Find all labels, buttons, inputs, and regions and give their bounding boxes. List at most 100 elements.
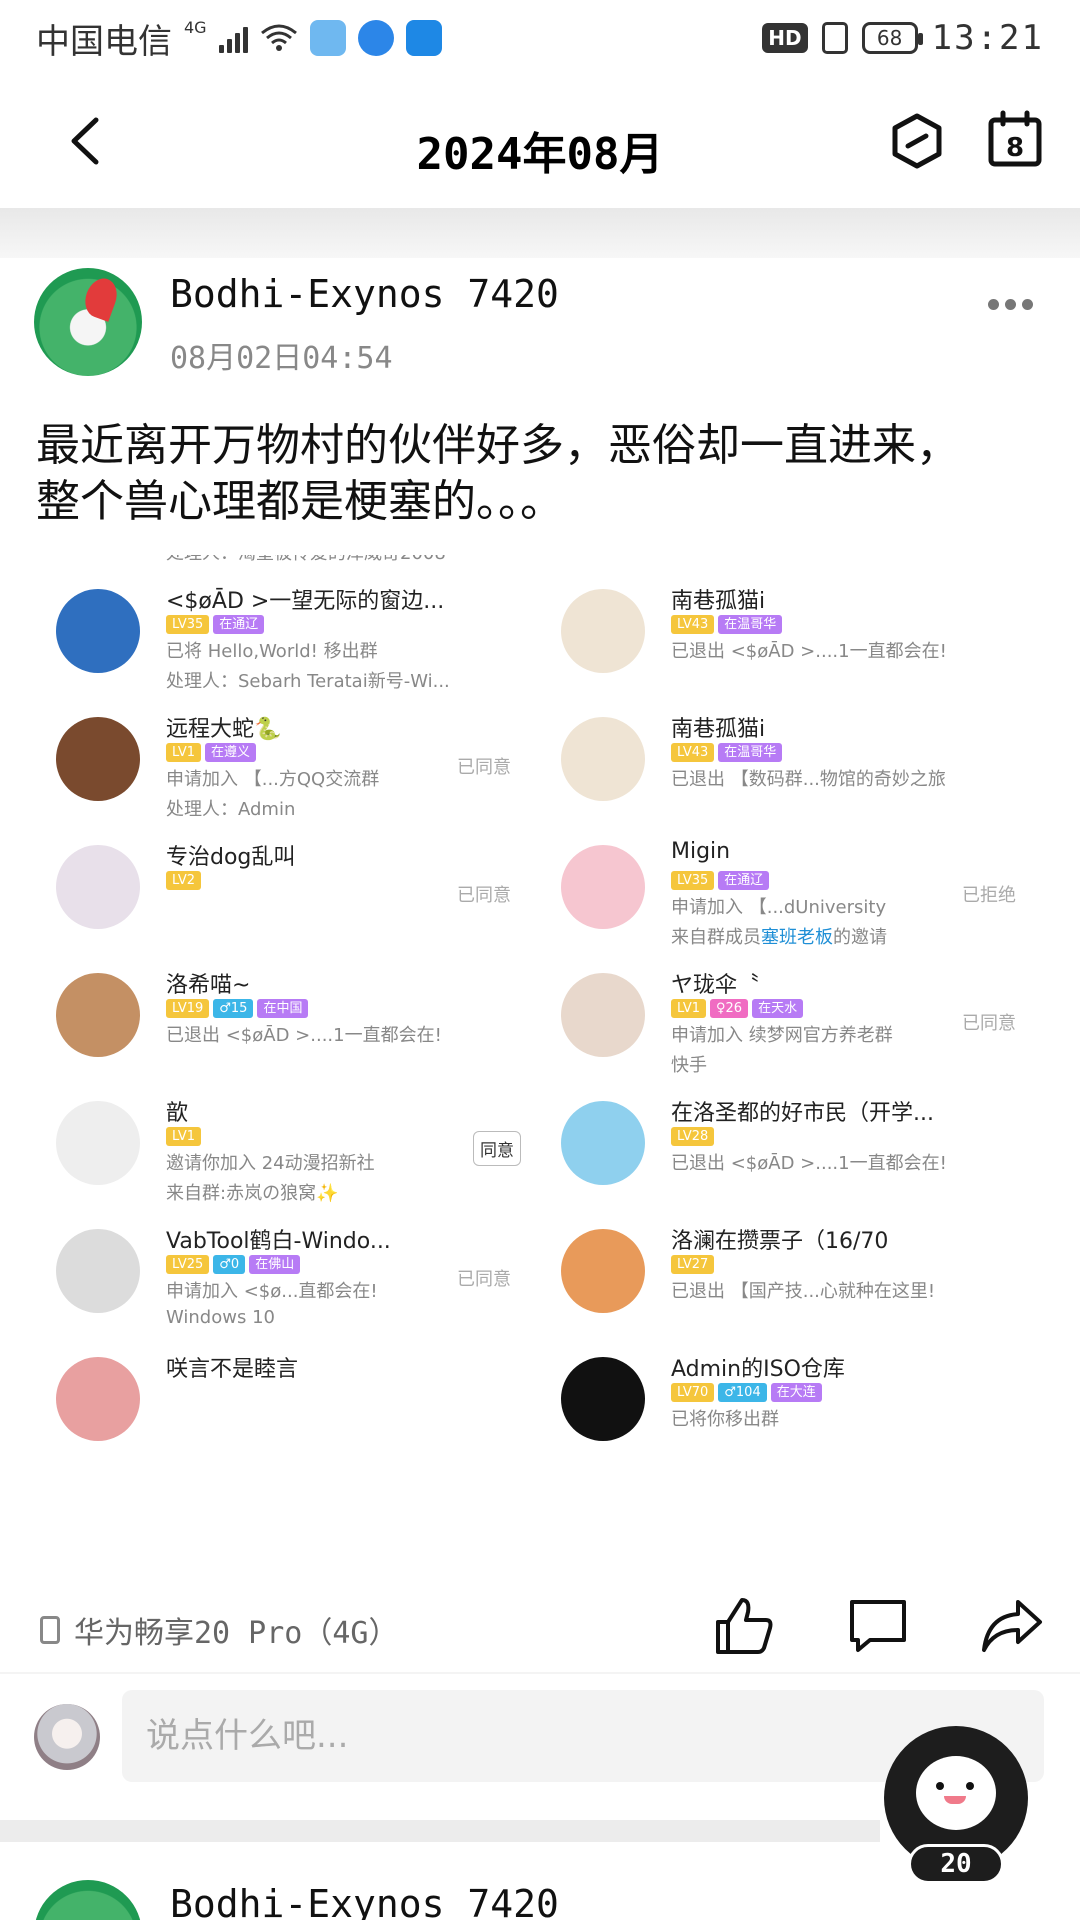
avatar[interactable] [561,717,645,801]
request-status: 已拒绝 [962,885,1016,906]
post-text-line: 整个兽心理都是梗塞的。。。 [36,476,564,527]
list-item[interactable]: 咲言不是睦言 [36,1351,541,1479]
list-item[interactable]: LV43在温哥华已被群主解散处理人：渴望被怜爱的泽威奇2008 [36,555,541,583]
member-tags: LV43 在温哥华 [671,615,783,634]
member-tags: LV35 在通辽 [166,615,265,634]
post-text-line: 最近离开万物村的伙伴好多，恶俗却一直进来， [36,420,960,471]
request-status: 已同意 [962,1013,1016,1034]
member-tag: 在佛山 [249,1255,301,1274]
calendar-day: 8 [1006,133,1024,163]
avatar[interactable] [56,1229,140,1313]
more-options-icon[interactable] [988,295,1042,310]
member-tags: LV19 ♂15 在中国 [166,999,309,1018]
accept-button[interactable]: 同意 [473,1131,521,1166]
author-avatar[interactable] [34,268,142,376]
list-item[interactable]: 专治dog乱叫 LV2 已同意 [36,839,541,967]
avatar[interactable] [56,1357,140,1441]
list-item[interactable]: 远程大蛇🐍 LV1 在遵义 申请加入 【...方QQ交流群 处理人：Admin 已同意 [36,711,541,839]
request-status: 已同意 [457,1269,511,1290]
notice-text: 已退出 【数码群...物馆的奇妙之旅 [671,769,946,790]
notice-detail: 处理人：渴望被怜爱的泽威奇2008 [166,555,446,565]
request-status: 已同意 [457,885,511,906]
member-tag: LV1 [166,1127,201,1146]
list-item[interactable]: 已退出 <$øĀD >....1一直都会在! [541,555,1046,583]
member-tag: ♀26 [709,999,749,1018]
notice-text: 邀请你加入 24动漫招新社 [166,1153,375,1174]
request-status: 已同意 [457,757,511,778]
member-tags: LV1 在遵义 [166,743,256,762]
share-icon[interactable] [980,1598,1044,1654]
member-tag: LV28 [671,1127,715,1146]
member-tag: 在通辽 [213,615,265,634]
avatar[interactable] [561,1229,645,1313]
list-item[interactable]: Admin的ISO仓库 LV70 ♂104 在大连 已将你移出群 [541,1351,1046,1479]
list-item[interactable]: ヤ珑伞〝 LV1 ♀26 在天水 申请加入 续梦网官方养老群 快手 已同意 [541,967,1046,1095]
post-image[interactable]: LV43在温哥华已被群主解散处理人：渴望被怜爱的泽威奇2008<$øĀD >一望… [36,555,1046,1570]
status-bar: 中国电信 4G HD 68 13:21 [0,0,1080,76]
list-item[interactable]: 南巷孤猫i LV43 在温哥华 已退出 【数码群...物馆的奇妙之旅 [541,711,1046,839]
list-item[interactable]: <$øĀD >一望无际的窗边... LV35 在通辽 已将 Hello,World! … [36,583,541,711]
member-tag: LV35 [166,615,210,634]
member-tag: LV43 [671,743,715,762]
clock: 13:21 [931,18,1044,58]
list-item[interactable]: 洛澜在攒票子（16/70 LV27 已退出 【国产技...心就种在这里! [541,1223,1046,1351]
author-name[interactable]: Bodhi-Exynos 7420 [170,1882,559,1920]
notice-text: 已退出 <$øĀD >....1一直都会在! [166,1025,442,1046]
list-item[interactable]: VabTool鹤白-Windo... LV25 ♂0 在佛山 申请加入 <$ø...直都… [36,1223,541,1351]
avatar[interactable] [56,589,140,673]
member-tag: 在天水 [752,999,804,1018]
member-tag: 在温哥华 [718,615,783,634]
list-item[interactable]: 南巷孤猫i LV43 在温哥华 已退出 <$øĀD >....1一直都会在! [541,583,1046,711]
avatar[interactable] [561,1357,645,1441]
member-tags: LV25 ♂0 在佛山 [166,1255,301,1274]
thumbs-up-icon[interactable] [712,1594,776,1658]
notice-detail: 来自群成员塞班老板的邀请 [671,923,887,949]
member-name: 洛希喵~ [166,973,251,998]
member-tag: 在温哥华 [718,743,783,762]
member-tag: ♂15 [213,999,254,1018]
avatar[interactable] [56,1101,140,1185]
member-tag: 在通辽 [718,871,770,890]
comment-icon[interactable] [848,1598,908,1654]
member-tags: LV1 ♀26 在天水 [671,999,804,1018]
avatar[interactable] [561,1101,645,1185]
avatar[interactable] [56,717,140,801]
list-item[interactable]: 歆 LV1 邀请你加入 24动漫招新社 来自群:赤岚の狼窝✨ 同意 [36,1095,541,1223]
member-tag: LV1 [671,999,706,1018]
section-divider [0,1672,1080,1674]
avatar[interactable] [561,845,645,929]
notice-text: 申请加入 【...方QQ交流群 [166,769,380,790]
my-avatar[interactable] [34,1704,100,1770]
member-tag: 在中国 [257,999,309,1018]
notice-detail-suffix: 的邀请 [833,927,887,948]
hexagon-slash-icon[interactable] [888,112,946,170]
inviter-link[interactable]: 塞班老板 [761,927,833,948]
notice-text: 已将你移出群 [671,1409,779,1430]
member-name: Admin的ISO仓库 [671,1357,845,1382]
avatar[interactable] [561,589,645,673]
member-tag: LV70 [671,1383,715,1402]
notice-text: 已退出 <$øĀD >....1一直都会在! [671,641,947,662]
member-tag: LV25 [166,1255,210,1274]
member-name: ヤ珑伞〝 [671,973,760,998]
author-avatar[interactable] [34,1880,142,1920]
notice-text: 已退出 <$øĀD >....1一直都会在! [671,1153,947,1174]
image-column-left: LV43在温哥华已被群主解散处理人：渴望被怜爱的泽威奇2008<$øĀD >一望… [36,555,541,1570]
avatar[interactable] [56,973,140,1057]
avatar[interactable] [561,973,645,1057]
member-name: 在洛圣都的好市民（开学... [671,1101,934,1126]
notice-detail: 快手 [671,1055,707,1076]
notice-detail: 处理人：Admin [166,799,296,820]
member-tag: 在大连 [770,1383,822,1402]
avatar[interactable] [56,845,140,929]
notice-text: 已将 Hello,World! 移出群 [166,641,378,662]
list-item[interactable]: 在洛圣都的好市民（开学... LV28 已退出 <$øĀD >....1一直都会在! [541,1095,1046,1223]
list-item[interactable]: 洛希喵~ LV19 ♂15 在中国已退出 <$øĀD >....1一直都会在! [36,967,541,1095]
phone-icon [40,1616,60,1644]
author-name[interactable]: Bodhi-Exynos 7420 [170,272,559,316]
list-item[interactable]: Migin LV35 在通辽 申请加入 【...dUniversity 来自群成员塞班老… [541,839,1046,967]
app-notification-icon [405,20,442,56]
member-tag: ♂0 [213,1255,246,1274]
section-divider [0,1820,880,1842]
calendar-icon[interactable]: 8 [986,110,1044,168]
